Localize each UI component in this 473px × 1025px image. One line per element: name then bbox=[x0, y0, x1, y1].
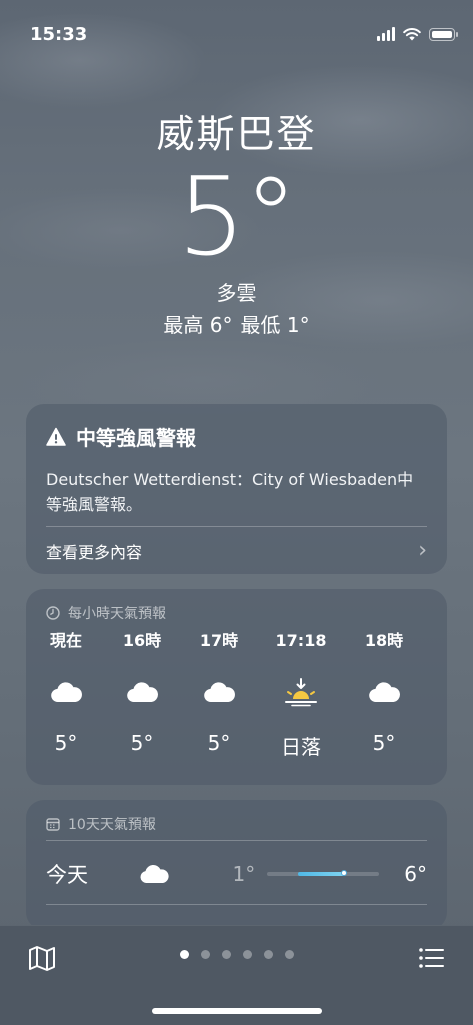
hourly-forecast-title: 每小時天氣預報 bbox=[68, 606, 166, 622]
severe-weather-alert-card[interactable]: 中等強風警報 Deutscher Wetterdienst：City of Wi… bbox=[26, 404, 447, 574]
day-low-temp: 1° bbox=[232, 862, 256, 886]
hourly-forecast-header: 每小時天氣預報 bbox=[46, 603, 166, 623]
hour-value: 5° bbox=[54, 731, 78, 755]
cloud-icon bbox=[102, 673, 182, 711]
hourly-item: 現在 5° bbox=[26, 629, 106, 755]
weather-condition: 多雲 bbox=[216, 281, 257, 305]
cellular-signal-icon bbox=[377, 27, 395, 41]
divider bbox=[46, 904, 427, 905]
page-dot[interactable] bbox=[263, 950, 273, 959]
calendar-icon bbox=[46, 818, 60, 831]
alert-title: 中等強風警報 bbox=[76, 426, 196, 450]
page-dot[interactable] bbox=[242, 950, 252, 959]
page-indicator[interactable] bbox=[179, 950, 294, 959]
cloud-icon bbox=[127, 863, 181, 885]
warning-icon bbox=[46, 427, 66, 446]
status-bar: 15:33 bbox=[0, 0, 473, 64]
hour-label: 現在 bbox=[49, 631, 82, 650]
daily-row-today[interactable]: 今天 1° 6° bbox=[46, 856, 427, 892]
page-dot[interactable] bbox=[221, 950, 231, 959]
page-dot[interactable] bbox=[200, 950, 210, 959]
alert-title-row: 中等強風警報 bbox=[46, 422, 427, 451]
home-indicator[interactable] bbox=[151, 1008, 322, 1014]
high-low: 最高 6° 最低 1° bbox=[0, 312, 473, 338]
hour-label: 1 bbox=[424, 629, 447, 653]
battery-icon bbox=[429, 27, 458, 41]
city-name: 威斯巴登 bbox=[156, 112, 317, 156]
temperature-range-bar bbox=[267, 870, 379, 876]
see-more-label: 查看更多內容 bbox=[46, 542, 143, 562]
see-more-link[interactable]: 查看更多內容 › bbox=[46, 538, 427, 563]
temperature-range-fill bbox=[298, 872, 345, 876]
divider bbox=[46, 840, 427, 841]
hour-label: 16時 bbox=[122, 631, 162, 650]
day-name: 今天 bbox=[46, 863, 88, 887]
ten-day-forecast-card[interactable]: 10天天氣預報 今天 1° 6° bbox=[26, 800, 447, 930]
map-icon[interactable] bbox=[26, 942, 58, 974]
hourly-item: 18時 5° bbox=[344, 629, 424, 755]
hour-label: 17:18 bbox=[275, 631, 327, 650]
hour-value: 5° bbox=[207, 731, 231, 755]
hour-label: 17時 bbox=[199, 631, 239, 650]
cloud-icon bbox=[344, 673, 424, 711]
low-temperature: 最低 1° bbox=[240, 313, 310, 337]
hour-label: 18時 bbox=[364, 631, 404, 650]
day-high-temp: 6° bbox=[404, 862, 427, 886]
hour-value: 日落 bbox=[281, 735, 321, 759]
wifi-icon bbox=[403, 28, 421, 41]
current-temperature: 5° bbox=[177, 155, 298, 280]
page-dot[interactable] bbox=[284, 950, 294, 959]
cloud-icon bbox=[179, 673, 259, 711]
high-temperature: 最高 6° bbox=[163, 313, 233, 337]
divider bbox=[46, 526, 427, 527]
hour-value: 5° bbox=[372, 731, 396, 755]
current-temperature-marker bbox=[341, 870, 348, 876]
current-weather: 威斯巴登 5° 多雲 最高 6° 最低 1° bbox=[0, 110, 473, 338]
hour-value: 5° bbox=[130, 731, 154, 755]
list-icon[interactable] bbox=[415, 942, 447, 974]
cloud-icon bbox=[26, 673, 106, 711]
bottom-toolbar bbox=[0, 925, 473, 1025]
chevron-right-icon: › bbox=[418, 538, 427, 563]
clock-icon bbox=[46, 606, 60, 620]
status-time: 15:33 bbox=[30, 24, 88, 45]
hourly-item: 1 bbox=[424, 629, 447, 731]
hourly-item: 16時 5° bbox=[102, 629, 182, 755]
status-icons bbox=[377, 27, 458, 41]
cloud-icon bbox=[424, 673, 447, 711]
ten-day-forecast-header: 10天天氣預報 bbox=[46, 814, 156, 834]
alert-description: Deutscher Wetterdienst：City of Wiesbaden… bbox=[46, 470, 414, 514]
sunset-icon bbox=[261, 673, 341, 711]
hourly-item: 17:18 日落 bbox=[261, 629, 341, 760]
page-dot[interactable] bbox=[179, 950, 189, 959]
hourly-item: 17時 5° bbox=[179, 629, 259, 755]
ten-day-forecast-title: 10天天氣預報 bbox=[68, 817, 156, 833]
hourly-forecast-card[interactable]: 每小時天氣預報 現在 5° 16時 5° 17時 5° 17:18 日落 18時 5° 1 bbox=[26, 589, 447, 785]
